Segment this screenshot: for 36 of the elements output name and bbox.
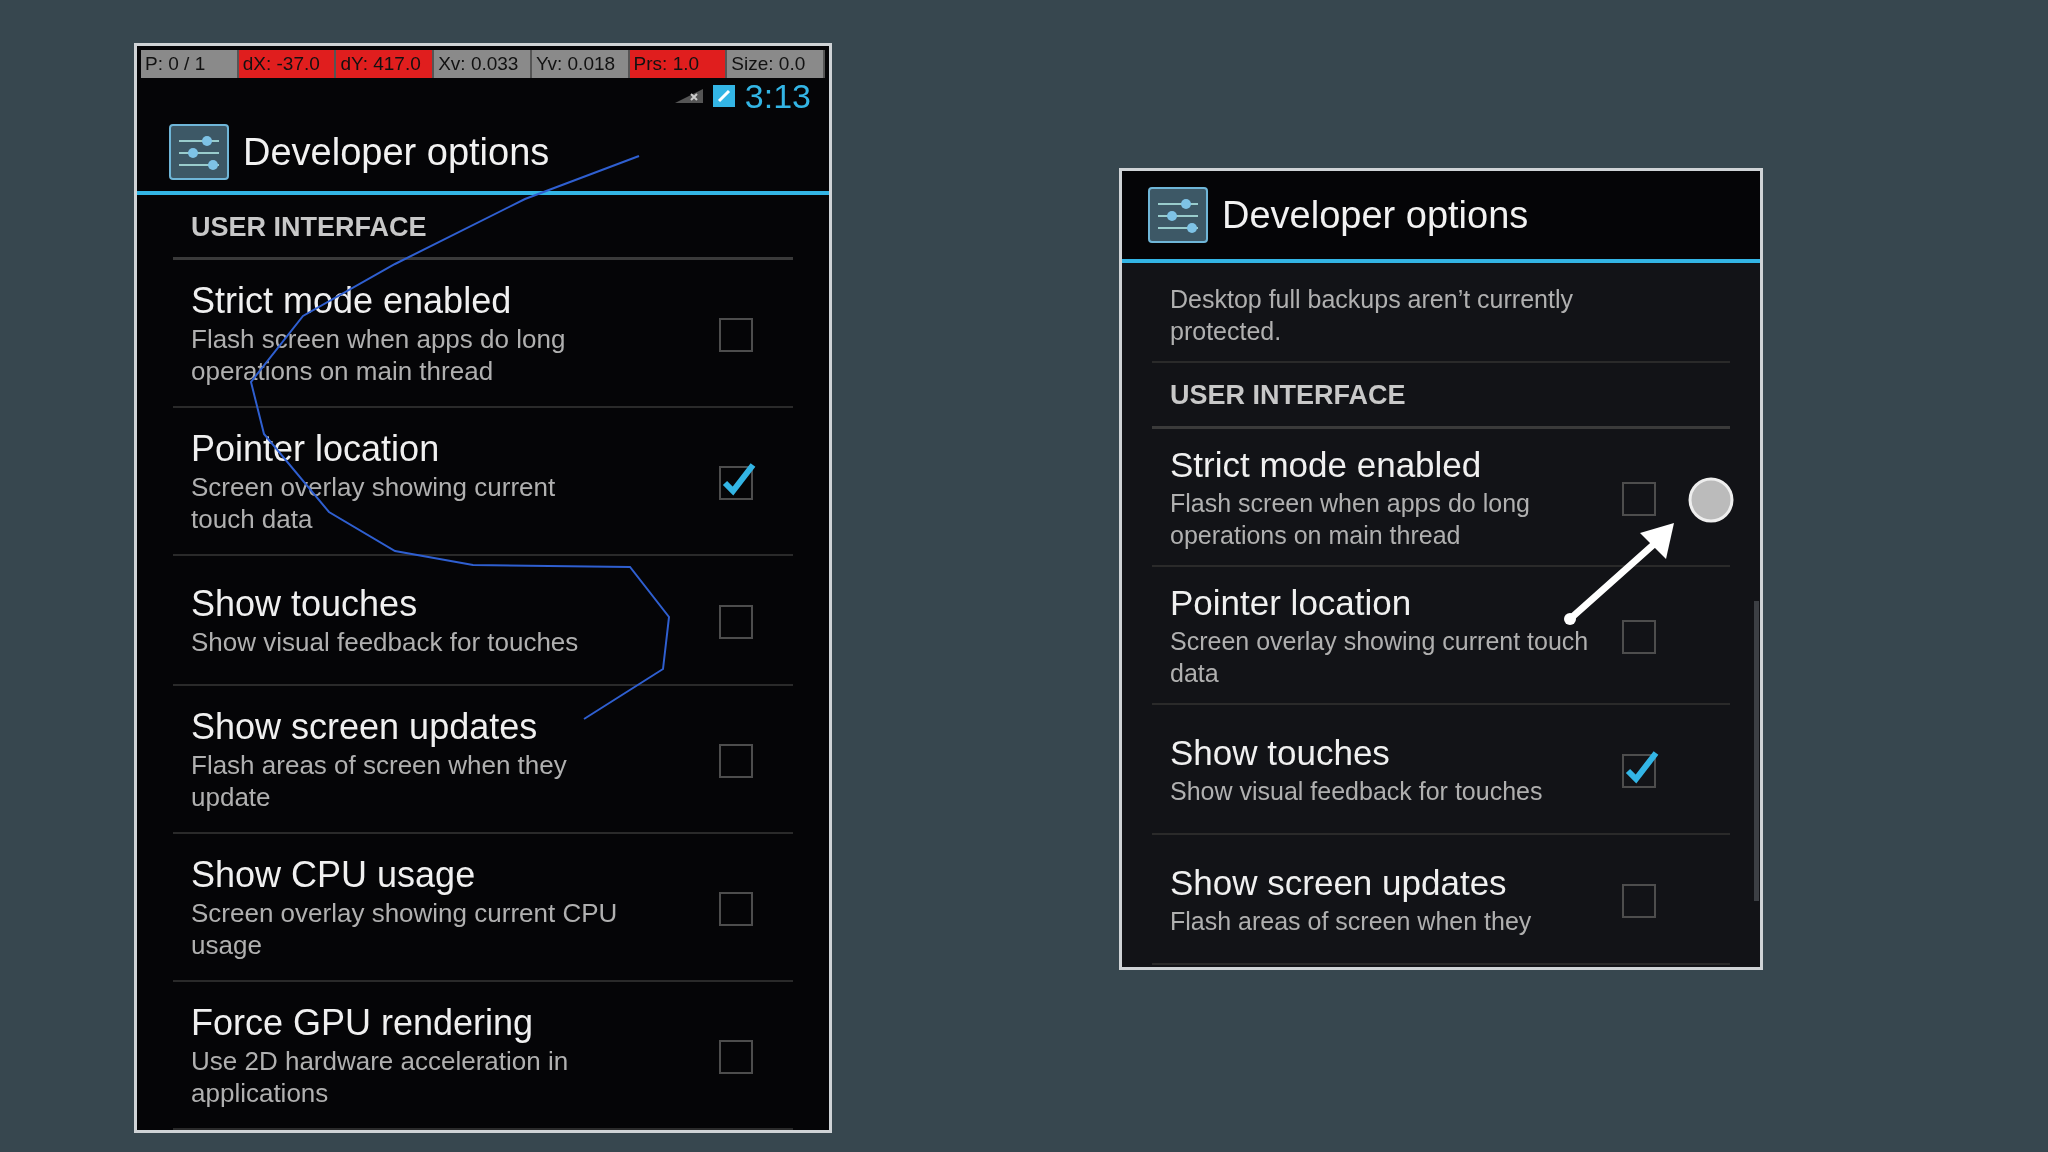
setting-title: Show screen updates xyxy=(1170,861,1508,904)
setting-title: Show CPU usage xyxy=(191,853,477,897)
clock-text: 3:13 xyxy=(744,78,811,114)
status-readout: Yv: 0.018 xyxy=(531,50,630,78)
checkbox[interactable] xyxy=(717,461,757,501)
setting-summary: Use 2D hardware acceleration in applications xyxy=(191,1045,570,1109)
setting-summary: Flash areas of screen when they xyxy=(1170,905,1533,937)
screen-title: Developer options xyxy=(1222,192,1529,238)
setting-summary: Desktop full backups aren’t currently protected. xyxy=(1170,284,1574,347)
setting-summary: Flash areas of screen when they update xyxy=(191,749,568,813)
status-readout: dY: 417.0 xyxy=(336,50,435,78)
setting-title: Show touches xyxy=(1170,731,1391,774)
setting-title: Show touches xyxy=(191,582,419,626)
settings-icon xyxy=(1148,187,1208,243)
setting-title: Pointer location xyxy=(1170,581,1413,624)
setting-summary: Screen overlay showing current touch data xyxy=(1170,625,1590,689)
settings-icon xyxy=(169,124,229,181)
touch-point-icon xyxy=(1686,475,1736,525)
setting-title: Force GPU rendering xyxy=(191,1001,535,1045)
setting-title: Show screen updates xyxy=(191,705,539,749)
status-readout: Xv: 0.033 xyxy=(434,50,532,78)
status-readout: Size: 0.0 xyxy=(727,50,826,78)
status-readout: Prs: 1.0 xyxy=(629,50,728,78)
setting-title: Strict mode enabled xyxy=(1170,443,1483,486)
status-readout: P: 0 / 1 xyxy=(141,50,239,78)
signal-icon xyxy=(674,89,703,103)
screen-title: Developer options xyxy=(243,129,550,175)
setting-summary: Flash screen when apps do long operations on main thread xyxy=(1170,487,1531,551)
section-header: USER INTERFACE xyxy=(191,211,427,242)
notification-icon xyxy=(712,85,735,107)
setting-summary: Show visual feedback for touches xyxy=(191,626,580,658)
setting-summary: Show visual feedback for touches xyxy=(1170,775,1544,807)
setting-summary: Screen overlay showing current CPU usage xyxy=(191,897,619,961)
checkbox[interactable] xyxy=(1620,748,1660,789)
status-readout: dX: -37.0 xyxy=(238,50,337,78)
section-header: USER INTERFACE xyxy=(1170,380,1406,410)
